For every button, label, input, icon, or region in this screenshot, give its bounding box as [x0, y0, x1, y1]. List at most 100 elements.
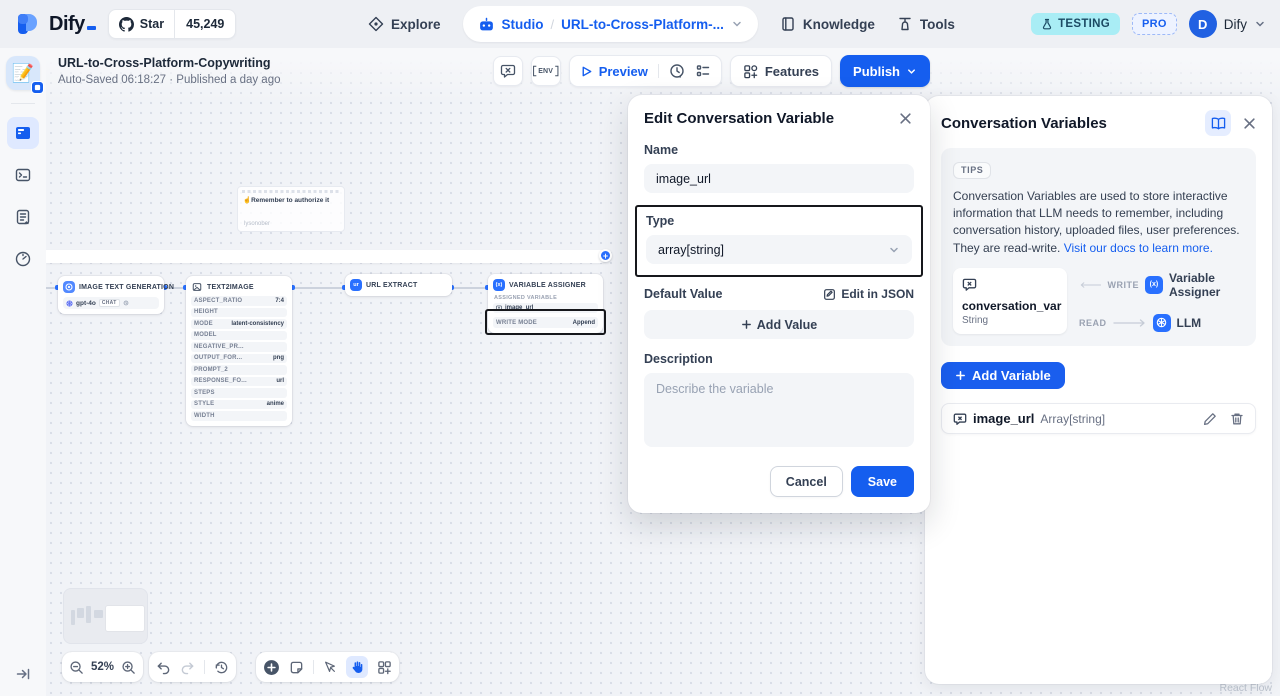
star-count: 45,249: [175, 17, 235, 31]
node-title: IMAGE TEXT GENERATION: [79, 284, 174, 291]
edit-icon[interactable]: [1203, 412, 1217, 426]
save-status: Auto-Saved 06:18:27 · Published a day ag…: [58, 74, 281, 86]
pointer-mode-button[interactable]: [323, 660, 337, 674]
add-value-button[interactable]: Add Value: [644, 310, 914, 339]
node-variable-assigner[interactable]: (x) VARIABLE ASSIGNER ASSIGNED VARIABLE …: [488, 274, 603, 333]
left-sidebar: 📝: [0, 48, 46, 696]
var-card-type: String: [962, 315, 1058, 326]
docs-toggle-button[interactable]: [1205, 110, 1231, 136]
chevron-down-icon[interactable]: [731, 18, 743, 30]
edit-in-json-button[interactable]: Edit in JSON: [823, 287, 914, 301]
add-node-port[interactable]: +: [599, 249, 612, 262]
note-node[interactable]: ☝️Remember to authorize it lysonober: [237, 186, 345, 232]
openai-icon: [66, 300, 73, 307]
note-emoji: ☝️: [243, 197, 251, 204]
change-history-button[interactable]: [214, 660, 229, 675]
type-select[interactable]: array[string]: [646, 235, 912, 264]
user-menu[interactable]: D Dify: [1189, 10, 1266, 38]
checklist-icon: [695, 63, 711, 79]
description-textarea[interactable]: [644, 373, 914, 447]
panel-close-button[interactable]: [1241, 115, 1258, 132]
logo-cursor: [87, 26, 96, 30]
env-bracket-icon: [554, 64, 560, 78]
breadcrumb-app-name[interactable]: URL-to-Cross-Platform-...: [561, 17, 724, 32]
zoom-in-button[interactable]: [121, 660, 136, 675]
env-variables-button[interactable]: ENV: [531, 56, 561, 86]
zoom-level[interactable]: 52%: [91, 661, 114, 673]
edge: [452, 287, 488, 289]
node-text2image[interactable]: TEXT2IMAGE ASPECT_RATIO7:4 HEIGHT MODEla…: [186, 276, 292, 426]
terminal-icon: [14, 166, 32, 184]
minimap[interactable]: [63, 588, 148, 644]
close-icon: [899, 112, 912, 125]
collapsed-node-strip[interactable]: [46, 250, 606, 263]
app-type-badge: [31, 81, 44, 94]
plus-icon: [741, 319, 752, 330]
variable-row[interactable]: image_url Array[string]: [941, 403, 1256, 434]
sidebar-item-orchestrate[interactable]: [7, 117, 39, 149]
plus-icon: [955, 370, 966, 381]
github-star-badge[interactable]: Star 45,249: [108, 9, 237, 39]
variable-type: Array[string]: [1040, 412, 1105, 426]
tips-box: TIPS Conversation Variables are used to …: [941, 148, 1256, 346]
organize-blocks-button[interactable]: [377, 660, 392, 675]
plus-circle-icon: [263, 659, 280, 676]
llm-icon: [1153, 314, 1171, 332]
hand-mode-button[interactable]: [346, 656, 368, 678]
note-text: Remember to authorize it: [251, 197, 329, 204]
model-selector[interactable]: gpt-4o CHAT: [63, 297, 159, 309]
top-navbar: Dify Star 45,249 Explore Studio / URL-to…: [0, 0, 1280, 48]
add-node-button[interactable]: [263, 659, 280, 676]
minimap-viewport[interactable]: [106, 606, 144, 631]
read-target: LLM: [1177, 316, 1202, 330]
publish-button[interactable]: Publish: [840, 55, 930, 87]
app-icon[interactable]: 📝: [6, 56, 40, 90]
zoom-out-button[interactable]: [69, 660, 84, 675]
cancel-button[interactable]: Cancel: [770, 466, 843, 497]
note-author: lysonober: [244, 221, 270, 227]
redo-button[interactable]: [180, 660, 195, 675]
nav-item-knowledge[interactable]: Knowledge: [780, 16, 875, 32]
node-image-text-generation[interactable]: IMAGE TEXT GENERATION gpt-4o CHAT: [58, 276, 164, 314]
conversation-variables-button[interactable]: [493, 56, 523, 86]
modal-close-button[interactable]: [897, 110, 914, 127]
field-key: STEPS: [194, 390, 215, 396]
chevron-down-icon: [888, 244, 900, 256]
field-key: PROMPT_2: [194, 367, 228, 373]
expand-sidebar-button[interactable]: [15, 666, 31, 682]
sidebar-item-api[interactable]: [7, 159, 39, 191]
preview-button[interactable]: Preview: [580, 64, 648, 79]
gauge-icon: [14, 250, 32, 268]
dify-logo[interactable]: Dify: [14, 11, 96, 37]
trash-icon[interactable]: [1230, 412, 1244, 426]
history-icon: [214, 660, 229, 675]
add-note-button[interactable]: [289, 660, 304, 675]
explore-icon: [368, 16, 384, 32]
features-button[interactable]: Features: [730, 55, 832, 87]
knowledge-icon: [780, 16, 796, 32]
undo-button[interactable]: [156, 660, 171, 675]
type-value: array[string]: [658, 243, 724, 257]
nav-item-studio[interactable]: Studio: [502, 17, 544, 32]
description-label: Description: [644, 352, 914, 366]
field-key: HEIGHT: [194, 309, 218, 315]
run-history-button[interactable]: [669, 63, 685, 79]
nav-item-explore[interactable]: Explore: [368, 16, 441, 32]
docs-link[interactable]: Visit our docs to learn more.: [1064, 241, 1213, 255]
tips-text: Conversation Variables are used to store…: [953, 188, 1244, 258]
nav-item-tools[interactable]: Tools: [897, 16, 955, 32]
assigned-variable-name: image_url: [505, 305, 533, 311]
dify-logo-icon: [14, 11, 40, 37]
sidebar-item-logs[interactable]: [7, 201, 39, 233]
hand-icon: [350, 660, 364, 674]
save-button[interactable]: Save: [851, 466, 914, 497]
node-url-extract[interactable]: ur URL EXTRACT: [345, 274, 452, 296]
name-input[interactable]: [644, 164, 914, 193]
checklist-button[interactable]: [695, 63, 711, 79]
star-label: Star: [140, 17, 164, 31]
sidebar-item-monitoring[interactable]: [7, 243, 39, 275]
add-variable-button[interactable]: Add Variable: [941, 362, 1065, 389]
url-tool-icon: ur: [350, 279, 362, 291]
node-title: TEXT2IMAGE: [207, 284, 254, 291]
variable-assigner-icon: (x): [1145, 276, 1163, 294]
